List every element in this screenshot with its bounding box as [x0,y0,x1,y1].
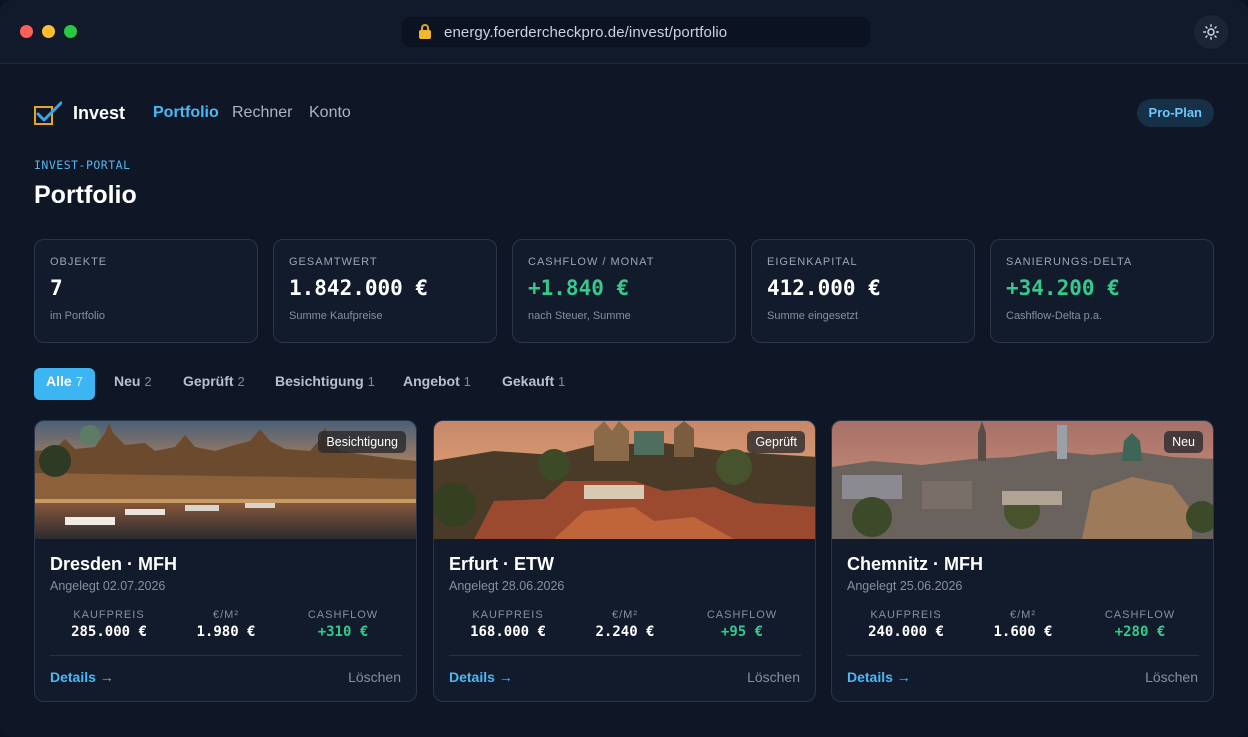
property-title: Erfurt · ETW [449,554,554,574]
stat-subtext: im Portfolio [50,310,106,322]
stat-card-gesamtwert: GESAMTWERT 1.842.000 € Summe Kaufpreise [273,239,497,343]
stat-label: OBJEKTE [50,256,108,268]
metric-price: KAUFPREIS 168.000 € [470,609,546,640]
checkbox-logo-icon [34,101,62,125]
property-photo: Geprüft [434,421,815,539]
status-badge: Neu [1164,431,1203,453]
divider [847,655,1199,656]
property-metrics: KAUFPREIS 240.000 € €/M² 1.600 € CASHFLO… [847,609,1199,643]
stat-subtext: Cashflow-Delta p.a. [1006,310,1102,322]
nav-link-konto[interactable]: Konto [309,104,351,122]
stat-label: SANIERUNGS-DELTA [1006,256,1133,268]
stat-subtext: Summe eingesetzt [767,310,859,322]
metric-price-per-sqm: €/M² 1.980 € [196,609,256,640]
minimize-window-button[interactable] [42,25,55,38]
maximize-window-button[interactable] [64,25,77,38]
stat-value: 7 [50,276,63,300]
stat-card-eigenkapital: EIGENKAPITAL 412.000 € Summe eingesetzt [751,239,975,343]
filter-tab-gekauft[interactable]: Gekauft 1 [502,368,565,400]
filter-tab-neu[interactable]: Neu 2 [114,368,152,400]
stat-value: 412.000 € [767,276,881,300]
property-metrics: KAUFPREIS 285.000 € €/M² 1.980 € CASHFLO… [50,609,402,643]
page-title: Portfolio [34,181,137,209]
stat-subtext: Summe Kaufpreise [289,310,383,322]
metric-price: KAUFPREIS 240.000 € [868,609,944,640]
stat-card-cashflow: CASHFLOW / MONAT +1.840 € nach Steuer, S… [512,239,736,343]
brand-name[interactable]: Invest [73,103,125,124]
divider [50,655,402,656]
delete-button[interactable]: Löschen [747,669,800,685]
filter-tab-besichtigung[interactable]: Besichtigung 1 [275,368,375,400]
property-date: Angelegt 28.06.2026 [449,579,565,593]
details-link[interactable]: Details → [847,669,911,685]
delete-button[interactable]: Löschen [348,669,401,685]
metric-price: KAUFPREIS 285.000 € [71,609,147,640]
stat-subtext: nach Steuer, Summe [528,310,631,322]
sun-icon [1203,24,1219,40]
theme-toggle-button[interactable] [1194,15,1228,49]
divider [449,655,801,656]
nav-link-portfolio[interactable]: Portfolio [153,104,219,122]
property-photo: Neu [832,421,1213,539]
lock-icon [418,24,432,40]
stat-label: CASHFLOW / MONAT [528,256,655,268]
nav-link-rechner[interactable]: Rechner [232,104,292,122]
property-date: Angelegt 02.07.2026 [50,579,166,593]
property-date: Angelegt 25.06.2026 [847,579,963,593]
title-bar: energy.foerdercheckpro.de/invest/portfol… [0,0,1248,64]
metric-cashflow: CASHFLOW +280 € [1104,609,1176,640]
property-metrics: KAUFPREIS 168.000 € €/M² 2.240 € CASHFLO… [449,609,801,643]
close-window-button[interactable] [20,25,33,38]
delete-button[interactable]: Löschen [1145,669,1198,685]
address-bar[interactable]: energy.foerdercheckpro.de/invest/portfol… [402,17,870,47]
stat-label: EIGENKAPITAL [767,256,858,268]
status-badge: Geprüft [747,431,805,453]
metric-cashflow: CASHFLOW +95 € [706,609,778,640]
property-card-dresden[interactable]: Besichtigung Dresden · MFH Angelegt 02.0… [34,420,417,702]
stat-label: GESAMTWERT [289,256,378,268]
stat-value: 1.842.000 € [289,276,429,300]
metric-price-per-sqm: €/M² 2.240 € [595,609,655,640]
property-card-erfurt[interactable]: Geprüft Erfurt · ETW Angelegt 28.06.2026… [433,420,816,702]
filter-tab-alle[interactable]: Alle 7 [34,368,95,400]
details-link[interactable]: Details → [449,669,513,685]
metric-price-per-sqm: €/M² 1.600 € [993,609,1053,640]
details-link[interactable]: Details → [50,669,114,685]
plan-badge[interactable]: Pro-Plan [1136,99,1214,127]
property-card-chemnitz[interactable]: Neu Chemnitz · MFH Angelegt 25.06.2026 K… [831,420,1214,702]
metric-cashflow: CASHFLOW +310 € [307,609,379,640]
url-text: energy.foerdercheckpro.de/invest/portfol… [444,23,728,41]
stat-card-sanierungs-delta: SANIERUNGS-DELTA +34.200 € Cashflow-Delt… [990,239,1214,343]
stat-value: +34.200 € [1006,276,1120,300]
filter-tab-angebot[interactable]: Angebot 1 [403,368,471,400]
property-photo: Besichtigung [35,421,416,539]
stat-card-objekte: OBJEKTE 7 im Portfolio [34,239,258,343]
browser-window: energy.foerdercheckpro.de/invest/portfol… [0,0,1248,737]
page-eyebrow: INVEST-PORTAL [34,158,131,172]
property-title: Dresden · MFH [50,554,178,574]
filter-tab-geprueft[interactable]: Geprüft 2 [183,368,245,400]
stat-value: +1.840 € [528,276,630,300]
property-title: Chemnitz · MFH [847,554,983,574]
status-filter-tabs: Alle 7 Neu 2 Geprüft 2 Besichtigung 1 An… [34,368,734,400]
status-badge: Besichtigung [318,431,406,453]
top-nav: Invest Portfolio Rechner Konto Pro-Plan [34,98,1214,128]
